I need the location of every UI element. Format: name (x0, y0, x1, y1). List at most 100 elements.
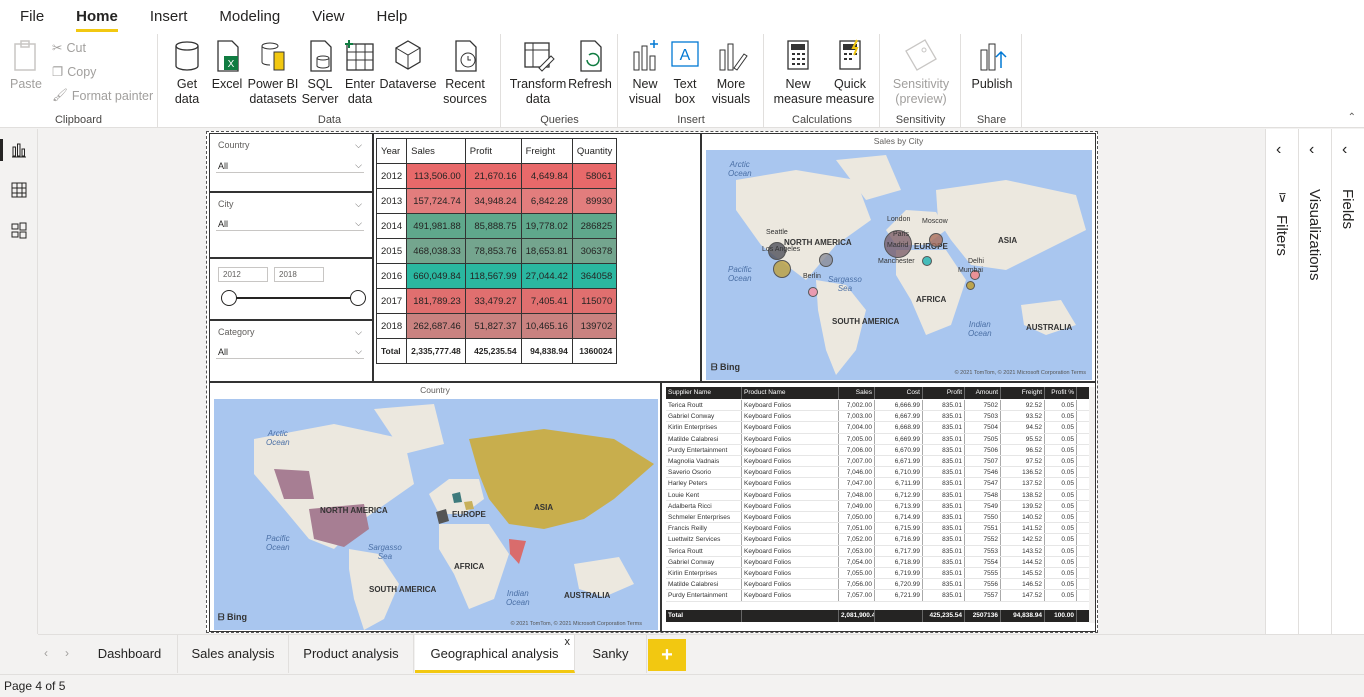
chevron-left-icon[interactable]: ‹ (1276, 141, 1281, 159)
table-row[interactable]: Matilde Calabresi Keyboard Folios 7,056.00… (666, 579, 1089, 591)
fields-pane[interactable]: ‹ Fields (1331, 129, 1364, 634)
table-row[interactable]: Magnolia Vadnais Keyboard Folios 7,007.00 6… (666, 456, 1089, 468)
table-row[interactable]: Luettwitz Services Keyboard Folios 7,052.0… (666, 534, 1089, 546)
matrix-row[interactable]: 2017 181,789.23 33,479.27 7,405.41 115070 (375, 288, 618, 314)
close-icon[interactable]: x (565, 623, 571, 661)
country-slicer-value[interactable]: All (218, 161, 228, 171)
matrix-row[interactable]: 2016 660,049.84 118,567.99 27,044.42 364058 (375, 263, 618, 289)
category-slicer-value[interactable]: All (218, 347, 228, 357)
slider-track[interactable] (228, 297, 360, 299)
matrix-row[interactable]: 2013 157,724.74 34,948.24 6,842.28 89930 (375, 188, 618, 214)
excel-button[interactable]: X Excel (209, 38, 245, 92)
dataverse-button[interactable]: Dataverse (380, 38, 437, 92)
map-canvas[interactable]: Arctic Ocean Pacific Ocean Sargasso Sea Ind… (214, 399, 658, 630)
chevron-down-icon[interactable]: ⌵ (355, 199, 362, 210)
tab-dashboard[interactable]: Dashboard (82, 635, 178, 673)
city-bubble[interactable] (966, 281, 975, 290)
menu-file[interactable]: File (0, 0, 60, 34)
table-row[interactable]: Schmeler Enterprises Keyboard Folios 7,050… (666, 512, 1089, 524)
matrix-row[interactable]: 2014 491,981.88 85,888.75 19,778.02 286825 (375, 213, 618, 239)
city-bubble[interactable] (922, 256, 932, 266)
visualizations-pane[interactable]: ‹ Visualizations (1298, 129, 1331, 634)
column-header[interactable]: Profit (923, 387, 965, 399)
year-from-input[interactable]: 2012 (218, 267, 268, 282)
cut-button[interactable]: ✂ Cut (52, 40, 86, 56)
matrix-row[interactable]: 2012 113,506.00 21,670.16 4,649.84 58061 (375, 163, 618, 189)
table-row[interactable]: Purdy Entertainment Keyboard Folios 7,006.… (666, 444, 1089, 456)
collapse-ribbon-icon[interactable]: ⌃ (1348, 112, 1356, 123)
tab-sanky[interactable]: Sanky (575, 635, 647, 673)
table-row[interactable]: Harley Peters Keyboard Folios 7,047.00 6,71… (666, 478, 1089, 490)
chevron-left-icon[interactable]: ‹ (1342, 141, 1347, 159)
table-scrollbar[interactable] (1089, 387, 1095, 623)
menu-view[interactable]: View (296, 0, 360, 34)
chevron-left-icon[interactable]: ‹ (44, 646, 48, 660)
matrix-row[interactable]: 2015 468,038.33 78,853.76 18,653.81 306378 (375, 238, 618, 264)
column-header[interactable]: Supplier Name (666, 387, 742, 399)
get-data-button[interactable]: Get data (167, 38, 207, 107)
chevron-left-icon[interactable]: ‹ (1309, 141, 1314, 159)
column-header[interactable]: Sales (839, 387, 875, 399)
matrix-row[interactable]: 2018 262,687.46 51,827.37 10,465.16 139702 (375, 313, 618, 339)
slider-handle-end[interactable] (350, 290, 366, 306)
refresh-button[interactable]: Refresh (568, 38, 612, 92)
city-bubble[interactable] (808, 287, 818, 297)
menu-insert[interactable]: Insert (134, 0, 204, 34)
publish-button[interactable]: Publish (968, 38, 1016, 92)
table-row[interactable]: Terica Routt Keyboard Folios 7,053.00 6,717… (666, 545, 1089, 557)
table-row[interactable]: Louie Kent Keyboard Folios 7,048.00 6,712.9… (666, 489, 1089, 501)
column-header[interactable]: Freight (520, 138, 573, 164)
transform-data-button[interactable]: Transform data (510, 38, 566, 107)
tab-product-analysis[interactable]: Product analysis (289, 635, 414, 673)
year-to-input[interactable]: 2018 (274, 267, 324, 282)
table-row[interactable]: Gabriel Conway Keyboard Folios 7,054.00 6,7… (666, 556, 1089, 568)
menu-help[interactable]: Help (361, 0, 424, 34)
chevron-down-icon[interactable]: ⌵ (355, 140, 362, 151)
table-row[interactable]: Adalberta Ricci Keyboard Folios 7,049.00 6,… (666, 500, 1089, 512)
paste-button[interactable]: Paste (8, 38, 44, 92)
slider-handle-start[interactable] (221, 290, 237, 306)
new-visual-button[interactable]: New visual (627, 38, 663, 107)
map-copyright[interactable]: © 2021 TomTom, © 2021 Microsoft Corporat… (955, 370, 1086, 376)
quick-measure-button[interactable]: Quick measure (825, 38, 875, 107)
column-header[interactable]: Freight (1001, 387, 1045, 399)
table-row[interactable]: Saverio Osorio Keyboard Folios 7,046.00 6,7… (666, 467, 1089, 479)
powerbi-datasets-button[interactable]: Power BI datasets (247, 38, 299, 107)
model-view-icon[interactable] (10, 221, 28, 239)
menu-modeling[interactable]: Modeling (203, 0, 296, 34)
enter-data-button[interactable]: Enter data (342, 38, 378, 107)
sensitivity-button[interactable]: Sensitivity (preview) (887, 38, 955, 107)
map-canvas[interactable]: Arctic Ocean Pacific Ocean Sargasso Sea Ind… (706, 150, 1092, 380)
dropdown-icon[interactable]: ⌵ (355, 160, 362, 171)
more-visuals-button[interactable]: More visuals (707, 38, 755, 107)
year-range-slicer[interactable]: 2012 2018 (209, 258, 373, 320)
map-copyright[interactable]: © 2021 TomTom, © 2021 Microsoft Corporat… (511, 621, 642, 627)
column-header[interactable]: Cost (875, 387, 923, 399)
text-box-button[interactable]: A Text box (667, 38, 703, 107)
country-slicer[interactable]: Country ⌵ All ⌵ (209, 133, 373, 192)
dropdown-icon[interactable]: ⌵ (355, 346, 362, 357)
column-header[interactable]: Year (375, 138, 408, 164)
city-slicer[interactable]: City ⌵ All ⌵ (209, 192, 373, 258)
city-bubble[interactable] (819, 253, 833, 267)
chevron-down-icon[interactable]: ⌵ (355, 327, 362, 338)
visualizations-pane-label[interactable]: Visualizations (1306, 189, 1323, 280)
table-row[interactable]: Terica Routt Keyboard Folios 7,002.00 6,666… (666, 400, 1089, 412)
new-measure-button[interactable]: New measure (773, 38, 823, 107)
column-header[interactable]: Sales (406, 138, 466, 164)
city-slicer-value[interactable]: All (218, 219, 228, 229)
table-row[interactable]: Matilde Calabresi Keyboard Folios 7,005.00… (666, 433, 1089, 445)
category-slicer[interactable]: Category ⌵ All ⌵ (209, 320, 373, 382)
data-view-icon[interactable] (10, 181, 28, 199)
column-header[interactable]: Product Name (742, 387, 839, 399)
sql-server-button[interactable]: SQL Server (302, 38, 338, 107)
supplier-table[interactable]: Supplier Name Product Name Sales Cost Profit… (661, 382, 1096, 632)
table-row[interactable]: Kirlin Enterprises Keyboard Folios 7,055.0… (666, 568, 1089, 580)
chevron-right-icon[interactable]: › (65, 646, 69, 660)
table-row[interactable]: Purdy Entertainment Keyboard Folios 7,057.… (666, 590, 1089, 602)
column-header[interactable]: Amount (965, 387, 1001, 399)
column-header[interactable]: Profit (464, 138, 522, 164)
city-bubble[interactable] (929, 233, 943, 247)
sales-by-city-map[interactable]: Sales by City Arctic Ocean Pacific Ocean S… (701, 133, 1096, 382)
menu-home[interactable]: Home (60, 0, 134, 34)
